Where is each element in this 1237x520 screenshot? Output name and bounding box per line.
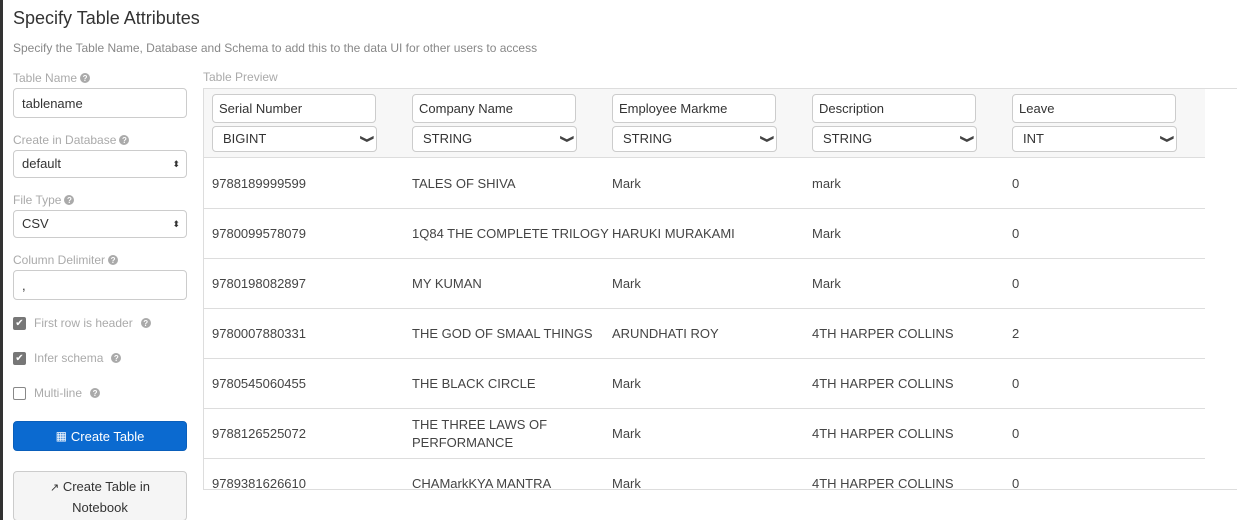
- table-cell: 4TH HARPER COLLINS: [812, 326, 954, 341]
- database-label: Create in Database ?: [13, 132, 187, 148]
- column-header: Description STRING ❯: [812, 94, 977, 152]
- table-cell: Mark: [612, 476, 641, 490]
- table-cell: Mark: [812, 226, 841, 241]
- help-icon[interactable]: ?: [119, 135, 130, 145]
- table-cell: Mark: [612, 426, 641, 441]
- table-cell: 9780099578079: [212, 226, 306, 241]
- table-cell: Mark: [812, 276, 841, 291]
- column-type-select[interactable]: BIGINT ❯: [212, 126, 377, 152]
- delimiter-input[interactable]: [13, 270, 187, 300]
- chevron-down-icon: ❯: [559, 134, 574, 144]
- table-cell: CHAMarkKYA MANTRA: [412, 476, 552, 490]
- table-cell: TALES OF SHIVA: [412, 176, 516, 191]
- table-preview[interactable]: Serial Number BIGINT ❯ Company Name STRIN…: [203, 88, 1237, 490]
- create-table-in-notebook-button[interactable]: ↗ Create Table in Notebook: [13, 471, 187, 520]
- checkbox-checked-icon[interactable]: ✔: [13, 316, 26, 330]
- column-name-input[interactable]: Company Name: [412, 94, 576, 123]
- help-icon[interactable]: ?: [64, 195, 75, 205]
- table-row: 9788126525072 THE THREE LAWS OF PERFORMAN…: [204, 409, 1205, 459]
- table-cell: Mark: [612, 176, 641, 191]
- table-row: 9780007880331 THE GOD OF SMAAL THINGS ARUN…: [204, 309, 1205, 359]
- column-type-select[interactable]: STRING ❯: [612, 126, 777, 152]
- table-cell: Mark: [612, 376, 641, 391]
- table-cell: 2: [1012, 326, 1020, 341]
- first-row-header-checkbox[interactable]: ✔ First row is header ?: [13, 315, 151, 331]
- table-preview-label: Table Preview: [203, 70, 278, 84]
- help-icon[interactable]: ?: [111, 353, 122, 363]
- table-cell: 9788126525072: [212, 426, 306, 441]
- table-row: 9789381626610 CHAMarkKYA MANTRA Mark 4TH HA…: [204, 459, 1205, 490]
- infer-schema-checkbox[interactable]: ✔ Infer schema ?: [13, 350, 122, 366]
- table-name-input[interactable]: [13, 88, 187, 118]
- checkbox-checked-icon[interactable]: ✔: [13, 351, 26, 365]
- table-cell: 4TH HARPER COLLINS: [812, 426, 954, 441]
- table-cell: 1Q84 THE COMPLETE TRILOGY: [412, 226, 609, 241]
- table-cell: 0: [1012, 226, 1020, 241]
- table-cell: mark: [812, 176, 841, 191]
- table-cell: THE GOD OF SMAAL THINGS: [412, 326, 593, 341]
- column-name-input[interactable]: Serial Number: [212, 94, 376, 123]
- column-type-select[interactable]: STRING ❯: [812, 126, 977, 152]
- table-cell: 9780545060455: [212, 376, 306, 391]
- select-arrows-icon: ⬍: [172, 159, 180, 169]
- table-cell: HARUKI MURAKAMI: [612, 226, 735, 241]
- chevron-down-icon: ❯: [959, 134, 974, 144]
- multi-line-checkbox[interactable]: Multi-line ?: [13, 385, 101, 401]
- table-cell: Mark: [612, 276, 641, 291]
- select-arrows-icon: ⬍: [172, 219, 180, 229]
- chevron-down-icon: ❯: [359, 134, 374, 144]
- table-name-label: Table Name ?: [13, 70, 187, 86]
- table-cell: THE THREE LAWS OF PERFORMANCE: [412, 417, 548, 450]
- column-header: Company Name STRING ❯: [412, 94, 577, 152]
- column-name-input[interactable]: Employee Markme: [612, 94, 776, 123]
- table-row: 9780198082897 MY KUMAN Mark Mark 0: [204, 259, 1205, 309]
- file-type-select[interactable]: CSV ⬍: [13, 210, 187, 238]
- table-row: 9788189999599 TALES OF SHIVA Mark mark 0: [204, 159, 1205, 209]
- column-type-select[interactable]: STRING ❯: [412, 126, 577, 152]
- checkbox-unchecked-icon[interactable]: [13, 386, 26, 400]
- delimiter-label: Column Delimiter ?: [13, 252, 187, 268]
- table-preview-header: Serial Number BIGINT ❯ Company Name STRIN…: [204, 89, 1205, 158]
- table-cell: 0: [1012, 376, 1020, 391]
- window-edge: [0, 0, 3, 520]
- page-subtitle: Specify the Table Name, Database and Sch…: [13, 41, 538, 55]
- table-cell: 9789381626610: [212, 476, 306, 490]
- column-header: Leave INT ❯: [1012, 94, 1177, 152]
- page-title: Specify Table Attributes: [13, 8, 200, 28]
- table-cell: 0: [1012, 176, 1020, 191]
- table-row: 9780545060455 THE BLACK CIRCLE Mark 4TH HAR…: [204, 359, 1205, 409]
- column-header: Serial Number BIGINT ❯: [212, 94, 377, 152]
- table-preview-body: 9788189999599 TALES OF SHIVA Mark mark 0 9780…: [204, 159, 1205, 490]
- help-icon[interactable]: ?: [80, 73, 91, 83]
- table-cell: 9780198082897: [212, 276, 306, 291]
- help-icon[interactable]: ?: [108, 255, 119, 265]
- help-icon[interactable]: ?: [90, 388, 101, 398]
- table-cell: 9788189999599: [212, 176, 306, 191]
- external-link-icon: ↗: [49, 482, 60, 494]
- create-table-button[interactable]: ▦ Create Table: [13, 421, 187, 451]
- column-header: Employee Markme STRING ❯: [612, 94, 777, 152]
- column-name-input[interactable]: Description: [812, 94, 976, 123]
- table-cell: ARUNDHATI ROY: [612, 326, 719, 341]
- column-type-select[interactable]: INT ❯: [1012, 126, 1177, 152]
- chevron-down-icon: ❯: [759, 134, 774, 144]
- table-cell: 0: [1012, 276, 1020, 291]
- chevron-down-icon: ❯: [1159, 134, 1174, 144]
- table-cell: 4TH HARPER COLLINS: [812, 476, 954, 490]
- table-cell: 9780007880331: [212, 326, 306, 341]
- table-cell: MY KUMAN: [412, 276, 482, 291]
- column-name-input[interactable]: Leave: [1012, 94, 1176, 123]
- table-cell: THE BLACK CIRCLE: [412, 376, 536, 391]
- file-type-label: File Type ?: [13, 192, 187, 208]
- database-select[interactable]: default ⬍: [13, 150, 187, 178]
- table-cell: 0: [1012, 476, 1020, 490]
- help-icon[interactable]: ?: [140, 318, 151, 328]
- table-cell: 4TH HARPER COLLINS: [812, 376, 954, 391]
- table-row: 9780099578079 1Q84 THE COMPLETE TRILOGY HA…: [204, 209, 1205, 259]
- table-cell: 0: [1012, 426, 1020, 441]
- table-icon: ▦: [55, 429, 67, 443]
